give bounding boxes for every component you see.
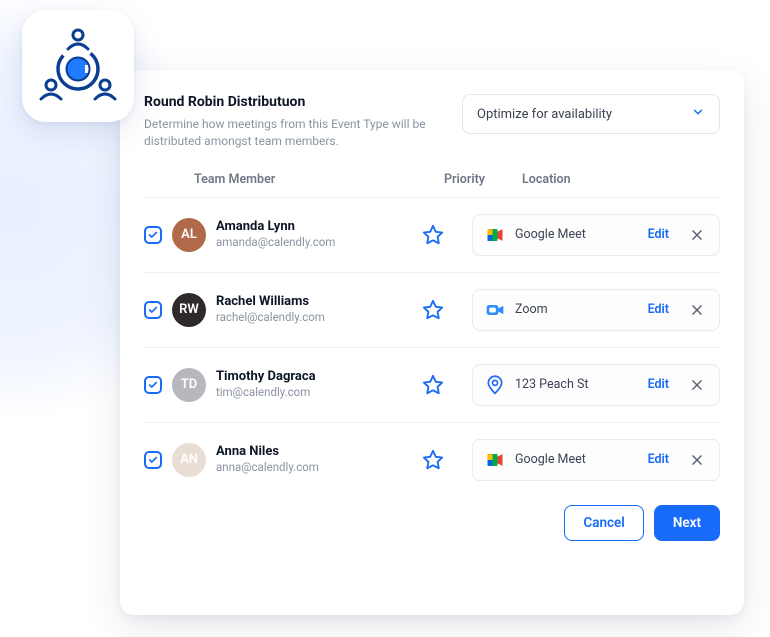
avatar: AN [172,443,206,477]
edit-location-button[interactable]: Edit [642,223,675,246]
card-description: Determine how meetings from this Event T… [144,116,442,150]
member-checkbox[interactable] [144,376,162,394]
member-email: anna@calendly.com [216,459,319,475]
member-cell: AN Anna Niles anna@calendly.com [172,443,394,477]
remove-location-button[interactable] [685,298,709,322]
location-chip: Zoom Edit [472,289,720,331]
member-checkbox[interactable] [144,451,162,469]
priority-star[interactable] [394,224,472,246]
edit-location-button[interactable]: Edit [642,448,675,471]
member-cell: AL Amanda Lynn amanda@calendly.com [172,218,394,252]
chevron-down-icon [691,105,705,123]
avatar: RW [172,293,206,327]
cancel-button[interactable]: Cancel [564,505,643,541]
edit-location-button[interactable]: Edit [642,298,675,321]
location-chip: Google Meet Edit [472,439,720,481]
member-cell: RW Rachel Williams rachel@calendly.com [172,293,394,327]
member-checkbox[interactable] [144,301,162,319]
remove-location-button[interactable] [685,448,709,472]
edit-location-button[interactable]: Edit [642,373,675,396]
member-name: Timothy Dagraca [216,369,316,385]
remove-location-button[interactable] [685,373,709,397]
col-team-member: Team Member [194,172,444,187]
location-text: Google Meet [515,452,632,467]
col-priority: Priority [444,172,522,187]
optimize-select[interactable]: Optimize for availability [462,94,720,134]
member-name: Amanda Lynn [216,219,335,235]
member-row: RW Rachel Williams rachel@calendly.com Z… [144,273,720,348]
remove-location-button[interactable] [685,223,709,247]
location-text: Zoom [515,302,632,317]
member-checkbox[interactable] [144,226,162,244]
member-email: rachel@calendly.com [216,309,325,325]
zoom-icon [485,300,505,320]
avatar: AL [172,218,206,252]
member-email: tim@calendly.com [216,384,316,400]
priority-star[interactable] [394,449,472,471]
avatar: TD [172,368,206,402]
round-robin-icon [35,23,121,109]
distribution-card: Round Robin Distributuon Determine how m… [120,70,744,615]
google-meet-icon [485,225,505,245]
member-row: AN Anna Niles anna@calendly.com Google M… [144,423,720,497]
member-row: TD Timothy Dagraca tim@calendly.com 123 … [144,348,720,423]
member-list: AL Amanda Lynn amanda@calendly.com Googl… [144,198,720,497]
col-location: Location [522,172,714,187]
round-robin-logo-badge [22,10,134,122]
member-name: Anna Niles [216,444,319,460]
location-text: Google Meet [515,227,632,242]
address-icon [485,375,505,395]
member-email: amanda@calendly.com [216,234,335,250]
member-row: AL Amanda Lynn amanda@calendly.com Googl… [144,198,720,273]
location-chip: 123 Peach St Edit [472,364,720,406]
optimize-select-label: Optimize for availability [477,107,612,122]
card-title: Round Robin Distributuon [144,94,442,110]
priority-star[interactable] [394,374,472,396]
priority-star[interactable] [394,299,472,321]
member-name: Rachel Williams [216,294,325,310]
google-meet-icon [485,450,505,470]
location-text: 123 Peach St [515,377,632,392]
location-chip: Google Meet Edit [472,214,720,256]
member-cell: TD Timothy Dagraca tim@calendly.com [172,368,394,402]
next-button[interactable]: Next [654,505,720,541]
